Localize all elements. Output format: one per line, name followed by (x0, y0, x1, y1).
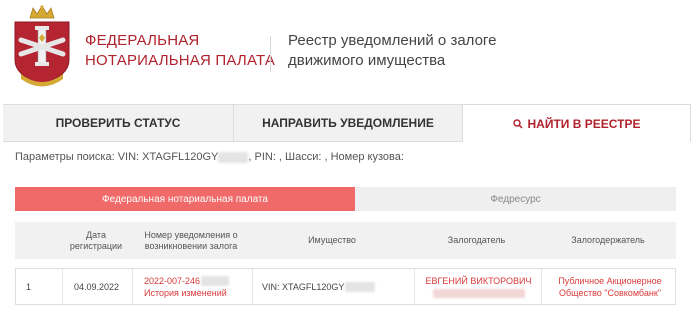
cell-divider (132, 269, 133, 304)
history-link[interactable]: История изменений (144, 287, 250, 299)
redacted-pledgor-surname (432, 289, 525, 298)
pledgee-line2[interactable]: Общество "Совкомбанк" (559, 287, 661, 299)
org-name-line2: НОТАРИАЛЬНАЯ ПАЛАТА (85, 52, 276, 69)
notary-chamber-logo[interactable] (9, 4, 75, 88)
source-tabs: Федеральная нотариальная палата Федресур… (15, 187, 676, 211)
source-tab-fedresurs[interactable]: Федресурс (355, 187, 676, 211)
source-tab-notary-chamber[interactable]: Федеральная нотариальная палата (15, 187, 355, 211)
pledgor-link[interactable]: ЕВГЕНИЙ ВИКТОРОВИЧ (426, 275, 532, 287)
search-params-prefix: Параметры поиска: VIN: XTAGFL120GY (15, 151, 219, 163)
tab-find-in-registry-label: НАЙТИ В РЕЕСТРЕ (527, 116, 641, 131)
cell-divider (62, 269, 63, 304)
header: ФЕДЕРАЛЬНАЯ НОТАРИАЛЬНАЯ ПАЛАТА Реестр у… (0, 0, 700, 95)
notice-number-link[interactable]: 2022-007-246 (144, 275, 200, 287)
row-pledgee: Публичное Акционерное Общество "Совкомба… (544, 269, 676, 304)
redacted-number-tail (201, 275, 230, 286)
column-header-property: Имущество (308, 235, 356, 245)
redacted-vin-tail (345, 281, 376, 292)
pledgee-line1[interactable]: Публичное Акционерное (558, 275, 661, 287)
column-header-number: Номер уведомления о возникновении залога (144, 229, 238, 251)
table-header: Дата регистрации Номер уведомления о возни… (15, 222, 676, 259)
tab-find-in-registry[interactable]: НАЙТИ В РЕЕСТРЕ (462, 105, 691, 142)
column-header-date: Дата регистрации (69, 229, 123, 251)
cell-divider (414, 269, 415, 304)
main-tabs: ПРОВЕРИТЬ СТАТУС НАПРАВИТЬ УВЕДОМЛЕНИЕ Н… (3, 104, 691, 142)
search-params-suffix: , PIN: , Шасси: , Номер кузова: (248, 151, 404, 163)
tab-check-status[interactable]: ПРОВЕРИТЬ СТАТУС (3, 105, 233, 142)
org-name-line1: ФЕДЕРАЛЬНАЯ (85, 32, 200, 49)
search-params: Параметры поиска: VIN: XTAGFL120GY , PIN… (15, 151, 404, 163)
row-property: VIN: XTAGFL120GY (262, 269, 412, 304)
redacted-vin-tail (218, 151, 249, 163)
cell-divider (252, 269, 253, 304)
search-icon (512, 118, 523, 129)
registry-title-line1: Реестр уведомлений о залоге (288, 32, 497, 49)
row-number-cell: 2022-007-246 История изменений (144, 269, 250, 304)
column-header-pledgor: Залогодатель (447, 235, 506, 245)
header-divider (270, 36, 271, 72)
registry-title: Реестр уведомлений о залоге движимого им… (288, 31, 496, 71)
registry-title-line2: движимого имущества (288, 52, 446, 69)
org-name: ФЕДЕРАЛЬНАЯ НОТАРИАЛЬНАЯ ПАЛАТА (85, 31, 275, 71)
table-row: 1 04.09.2022 2022-007-246 История измене… (15, 268, 676, 305)
row-pledgor: ЕВГЕНИЙ ВИКТОРОВИЧ (421, 269, 536, 304)
cell-divider (541, 269, 542, 304)
tab-send-notice[interactable]: НАПРАВИТЬ УВЕДОМЛЕНИЕ (233, 105, 462, 142)
row-index: 1 (26, 281, 32, 292)
row-date: 04.09.2022 (74, 281, 120, 292)
column-header-pledgee: Залогодержатель (571, 235, 645, 245)
property-vin: VIN: XTAGFL120GY (262, 281, 345, 292)
